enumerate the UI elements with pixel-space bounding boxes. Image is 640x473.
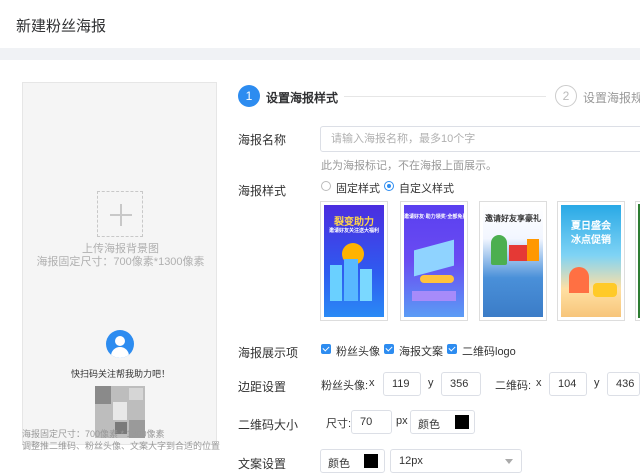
text-color-label: 颜色 <box>328 458 350 470</box>
template-4-caption: 夏日盛会 <box>571 221 611 232</box>
qr-size-input[interactable]: 70 <box>351 410 392 434</box>
poster-name-helper: 此为海报标记，不在海报上面展示。 <box>321 160 497 172</box>
font-size-value: 12px <box>399 455 423 467</box>
size-label: 尺寸: <box>326 418 352 430</box>
umbrella-icon <box>569 267 589 293</box>
avatar-x-input[interactable]: 119 <box>383 372 421 396</box>
template-thumbnail-1[interactable]: 裂变助力 邀请好友关注送大福利 <box>320 201 388 321</box>
template-thumbnail-4[interactable]: 夏日盛会 冰点促销 <box>557 201 625 321</box>
poster-preview: 上传海报背景图 海报固定尺寸：700像素*1300像素 快扫码关注帮我助力吧！ <box>22 82 217 445</box>
page-title: 新建粉丝海报 <box>16 18 107 35</box>
template-4-subcaption: 冰点促销 <box>571 235 611 246</box>
qr-color-label: 颜色 <box>418 419 440 431</box>
page-header: 新建粉丝海报 <box>0 0 640 48</box>
text-color-picker[interactable]: 颜色 <box>320 449 385 473</box>
qr-y-input[interactable]: 436 <box>607 372 640 396</box>
poster-name-label: 海报名称 <box>238 133 287 147</box>
upload-size-text: 海报固定尺寸：700像素*1300像素 <box>36 256 205 268</box>
chevron-down-icon <box>505 459 513 464</box>
margin-settings-label: 边距设置 <box>238 380 287 394</box>
template-3-caption: 邀请好友享豪礼 <box>485 214 541 223</box>
avatar-y-label: y <box>428 377 434 389</box>
display-options-label: 海报展示项 <box>238 346 299 360</box>
poster-adjust-hint: 调整推二维码、粉丝头像、文案大字到合适的位置 <box>22 441 221 451</box>
text-color-swatch <box>364 454 378 468</box>
radio-fixed-style-label: 固定样式 <box>336 183 380 195</box>
scan-prompt-text[interactable]: 快扫码关注帮我助力吧！ <box>23 367 218 380</box>
qr-size-label: 二维码大小 <box>238 418 299 432</box>
template-thumbnail-3[interactable]: 邀请好友享豪礼 <box>479 201 547 321</box>
step-divider <box>344 96 546 97</box>
fan-avatar-icon[interactable] <box>106 330 134 358</box>
poster-style-label: 海报样式 <box>238 184 287 198</box>
checkbox-fan-avatar-label: 粉丝头像 <box>336 346 380 358</box>
qr-x-label: x <box>536 377 542 389</box>
checkbox-qr-logo-label: 二维码logo <box>462 346 516 358</box>
avatar-y-input[interactable]: 356 <box>441 372 481 396</box>
poster-name-input[interactable] <box>320 126 640 152</box>
qr-x-input[interactable]: 104 <box>549 372 587 396</box>
upload-background-button[interactable] <box>97 191 143 237</box>
qr-color-picker[interactable]: 颜色 <box>410 410 475 434</box>
qr-y-label: y <box>594 377 600 389</box>
size-unit: px <box>396 415 408 427</box>
template-2-subcaption: 邀请好友·助力领奖·全部免费 <box>404 214 464 220</box>
step-2-indicator: 2 <box>555 85 577 107</box>
template-1-caption: 裂变助力 <box>334 217 374 228</box>
template-1-subcaption: 邀请好友关注送大福利 <box>328 228 379 234</box>
checkbox-poster-text-label: 海报文案 <box>399 346 443 358</box>
qr-position-label: 二维码: <box>495 380 532 392</box>
template-thumbnail-2[interactable]: 邀请好友·助力领奖·全部免费 <box>400 201 468 321</box>
font-size-select[interactable]: 12px <box>390 449 522 473</box>
template-thumbnail-5[interactable] <box>635 201 640 321</box>
avatar-position-label: 粉丝头像: <box>321 380 369 392</box>
text-settings-label: 文案设置 <box>238 457 287 471</box>
radio-custom-style-label: 自定义样式 <box>399 183 454 195</box>
qr-color-swatch <box>455 415 469 429</box>
step-1-indicator: 1 <box>238 85 260 107</box>
step-1-label: 设置海报样式 <box>266 91 339 105</box>
main-panel: 上传海报背景图 海报固定尺寸：700像素*1300像素 快扫码关注帮我助力吧！ … <box>0 60 640 473</box>
step-2-label: 设置海报规则 <box>583 91 640 105</box>
gift-icon <box>509 245 527 261</box>
avatar-x-label: x <box>369 377 375 389</box>
